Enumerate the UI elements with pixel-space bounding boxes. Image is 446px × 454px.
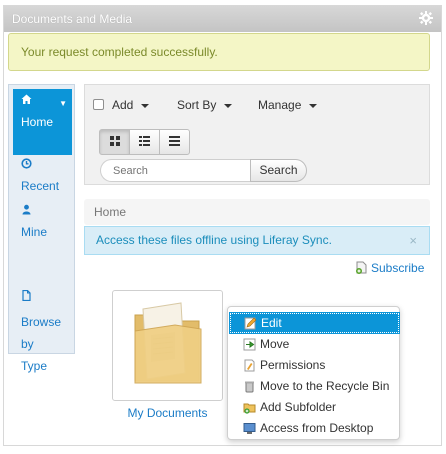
manage-menu-button[interactable]: Manage bbox=[258, 97, 318, 113]
icon-view-button[interactable] bbox=[99, 129, 130, 155]
success-alert: Your request completed successfully. bbox=[8, 33, 430, 71]
breadcrumb-home[interactable]: Home bbox=[94, 205, 126, 219]
caret-down-icon: ▼ bbox=[59, 99, 67, 108]
menu-item-add-subfolder[interactable]: Add Subfolder bbox=[230, 397, 399, 417]
folder-card[interactable] bbox=[112, 290, 223, 401]
sidebar-item-label: Browse by Type bbox=[21, 315, 62, 373]
caret-down-icon bbox=[224, 103, 233, 108]
add-menu-label: Add bbox=[112, 98, 134, 112]
breadcrumb: Home bbox=[84, 199, 430, 225]
subscribe-icon bbox=[354, 261, 368, 275]
select-all-checkbox[interactable] bbox=[93, 99, 104, 110]
menu-item-label: Move bbox=[260, 337, 290, 351]
list-view-button[interactable] bbox=[159, 129, 190, 155]
descriptive-view-icon bbox=[139, 135, 150, 149]
sync-info-message: Access these files offline using Liferay… bbox=[96, 233, 332, 247]
portlet-titlebar: Documents and Media bbox=[4, 6, 441, 32]
menu-item-recycle-bin[interactable]: Move to the Recycle Bin bbox=[230, 376, 399, 396]
subscribe-link[interactable]: Subscribe bbox=[354, 260, 424, 276]
menu-item-label: Add Subfolder bbox=[260, 400, 337, 414]
sort-by-menu-button[interactable]: Sort By bbox=[177, 97, 233, 113]
user-icon bbox=[21, 203, 72, 221]
clock-icon bbox=[21, 157, 72, 175]
folder-icon bbox=[129, 301, 207, 390]
sync-info-alert: Access these files offline using Liferay… bbox=[84, 226, 430, 255]
add-menu-button[interactable]: Add bbox=[112, 97, 150, 113]
menu-item-label: Permissions bbox=[260, 358, 326, 372]
menu-item-label: Move to the Recycle Bin bbox=[260, 379, 390, 393]
close-icon[interactable]: × bbox=[409, 227, 417, 254]
search-button[interactable]: Search bbox=[250, 159, 307, 182]
sidebar-item-mine[interactable]: Mine bbox=[13, 203, 72, 243]
success-message: Your request completed successfully. bbox=[21, 45, 218, 59]
menu-item-label: Edit bbox=[261, 316, 282, 330]
sidebar-item-label: Home bbox=[21, 115, 54, 129]
sidebar-nav: ▼ Home Recent Mine Browse by Type bbox=[8, 84, 75, 373]
menu-item-label: Access from Desktop bbox=[260, 421, 374, 435]
toolbar: Add Sort By Manage Search bbox=[84, 84, 430, 185]
search-input[interactable] bbox=[100, 159, 250, 182]
list-view-icon bbox=[169, 135, 180, 149]
sidebar-item-recent[interactable]: Recent bbox=[13, 157, 72, 197]
caret-down-icon bbox=[309, 103, 318, 108]
sort-by-label: Sort By bbox=[177, 98, 217, 112]
icon-view-icon bbox=[109, 135, 120, 149]
add-folder-icon bbox=[243, 400, 256, 414]
descriptive-view-button[interactable] bbox=[129, 129, 160, 155]
folder-label[interactable]: My Documents bbox=[112, 406, 223, 420]
portlet-title: Documents and Media bbox=[12, 12, 133, 26]
gear-icon[interactable] bbox=[418, 11, 434, 27]
display-style-buttons bbox=[99, 129, 190, 155]
desktop-icon bbox=[243, 421, 256, 434]
menu-item-edit[interactable]: Edit bbox=[229, 312, 400, 334]
move-icon bbox=[243, 337, 256, 351]
menu-item-move[interactable]: Move bbox=[230, 334, 399, 354]
sidebar-item-label: Mine bbox=[21, 225, 48, 239]
permissions-icon bbox=[243, 358, 256, 372]
manage-label: Manage bbox=[258, 98, 302, 112]
trash-icon bbox=[243, 379, 256, 393]
sidebar-item-home[interactable]: ▼ Home bbox=[13, 89, 72, 155]
caret-down-icon bbox=[141, 103, 150, 108]
subscribe-label: Subscribe bbox=[371, 261, 425, 275]
menu-item-permissions[interactable]: Permissions bbox=[230, 355, 399, 375]
file-icon bbox=[21, 271, 72, 302]
sidebar-item-browse-by-type[interactable]: Browse by Type bbox=[13, 249, 72, 377]
sidebar-item-label: Recent bbox=[21, 179, 60, 193]
context-menu: Edit Move Permissions Move to the Recycl… bbox=[227, 306, 400, 440]
edit-icon bbox=[244, 317, 257, 330]
menu-item-access-from-desktop[interactable]: Access from Desktop bbox=[230, 418, 399, 438]
